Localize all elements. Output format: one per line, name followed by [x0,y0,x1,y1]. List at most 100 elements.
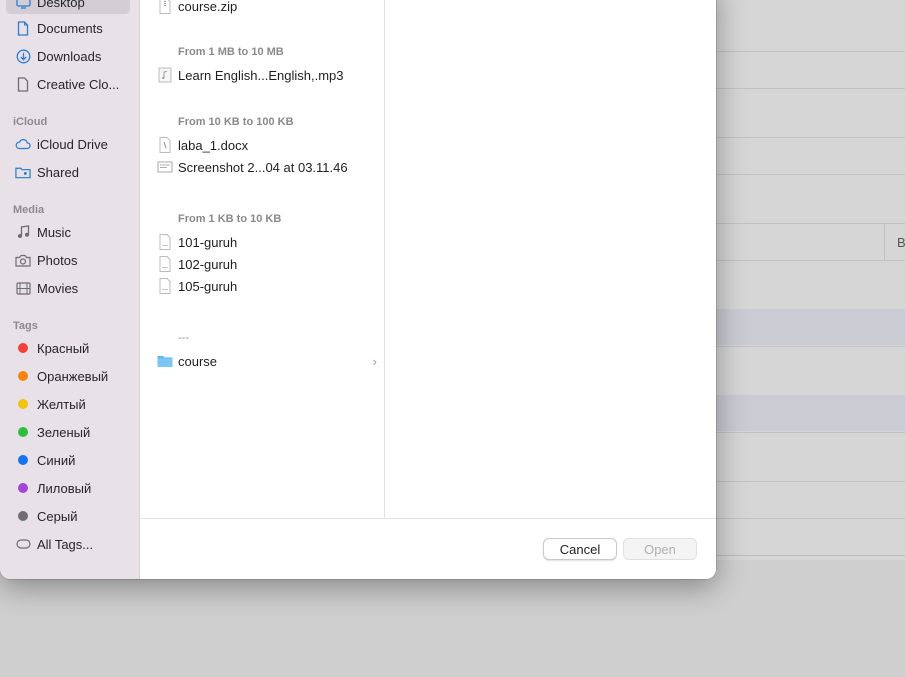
file-icon [159,256,171,272]
sidebar-tag-blue[interactable]: Синий [6,448,130,472]
sidebar-item-label: Желтый [37,396,86,412]
sidebar-item-label: Movies [37,280,79,296]
bg-row-divider [716,481,905,482]
sidebar-item-label: Зеленый [37,424,91,440]
sidebar-item-label: Лиловый [37,480,92,496]
bg-row-divider [716,137,905,138]
sidebar-item-label: Оранжевый [37,368,109,384]
bg-row-divider [716,432,905,433]
bg-highlight-row [716,309,905,345]
tag-dot-icon [15,340,31,356]
sidebar-item-movies[interactable]: Movies [6,276,130,300]
tag-dot-icon [15,368,31,384]
bg-row-divider [716,223,905,224]
sidebar-item-label: All Tags... [37,536,94,552]
sidebar-item-label: Красный [37,340,90,356]
sidebar-item-documents[interactable]: Documents [6,16,130,40]
sidebar-section-media: Media [13,204,45,216]
folder-item-course[interactable]: course › [157,350,377,372]
preview-column [386,0,716,518]
sidebar-item-label: Documents [37,20,103,36]
sidebar-item-music[interactable]: Music [6,220,130,244]
file-item-101-guruh[interactable]: 101-guruh [157,231,377,253]
sidebar-item-label: Photos [37,252,78,268]
tag-dot-icon [15,480,31,496]
bg-row-divider [716,88,905,89]
file-name: course [178,353,218,369]
folder-icon [157,356,173,367]
bg-row-divider [716,518,905,519]
sidebar-item-icloud-drive[interactable]: iCloud Drive [6,132,130,156]
file-name: Screenshot 2...04 at 03.11.46 [178,159,348,175]
film-icon [15,280,31,296]
bg-row-divider [716,260,905,261]
file-name: 105-guruh [178,278,238,294]
group-header: From 10 KB to 100 KB [178,116,294,128]
file-name: course.zip [178,0,238,14]
tag-dot-icon [15,508,31,524]
bg-table-cell: B [884,224,905,261]
document-file-icon [159,137,171,153]
sidebar-item-desktop[interactable]: Desktop [6,0,130,14]
file-icon [159,234,171,250]
tag-dot-icon [15,396,31,412]
file-name: laba_1.docx [178,137,249,153]
sidebar-section-tags: Tags [13,320,38,332]
file-item-docx[interactable]: laba_1.docx [157,134,377,156]
sidebar-tag-red[interactable]: Красный [6,336,130,360]
sidebar-tag-yellow[interactable]: Желтый [6,392,130,416]
cancel-button[interactable]: Cancel [543,538,617,560]
document-icon [15,20,31,36]
file-icon [159,278,171,294]
tag-outline-icon [15,536,31,552]
bg-row-divider [716,51,905,52]
file-item-mp3[interactable]: Learn English...English,.mp3 [157,64,377,86]
sidebar-item-shared[interactable]: Shared [6,160,130,184]
sidebar-item-photos[interactable]: Photos [6,248,130,272]
shared-folder-icon [15,164,31,180]
bg-highlight-row [716,395,905,431]
audio-file-icon [158,67,172,83]
group-header: From 1 MB to 10 MB [178,46,284,58]
tag-dot-icon [15,424,31,440]
sidebar-item-label: Синий [37,452,76,468]
bg-row-divider [716,174,905,175]
file-icon [15,76,31,92]
image-file-icon [157,161,173,173]
file-item-105-guruh[interactable]: 105-guruh [157,275,377,297]
file-item-102-guruh[interactable]: 102-guruh [157,253,377,275]
sidebar-tag-gray[interactable]: Серый [6,504,130,528]
sidebar-item-label: Серый [37,508,78,524]
tag-dot-icon [15,452,31,468]
sidebar-item-label: Desktop [37,0,85,10]
sidebar-tag-purple[interactable]: Лиловый [6,476,130,500]
sidebar-tag-green[interactable]: Зеленый [6,420,130,444]
group-header: From 1 KB to 10 KB [178,213,282,225]
download-icon [15,48,31,64]
file-list-column: course.zip From 1 MB to 10 MB Learn Engl… [141,0,385,518]
cloud-icon [15,136,31,152]
open-button[interactable]: Open [623,538,697,560]
sidebar-section-icloud: iCloud [13,116,48,128]
sidebar-item-all-tags[interactable]: All Tags... [6,532,130,556]
music-note-icon [15,224,31,240]
sidebar-item-label: Downloads [37,48,102,64]
sidebar-item-label: Creative Clo... [37,76,120,92]
open-file-dialog: Desktop Documents Downloads Creative Clo… [0,0,716,579]
sidebar: Desktop Documents Downloads Creative Clo… [0,0,140,579]
file-name: 101-guruh [178,234,238,250]
sidebar-tag-orange[interactable]: Оранжевый [6,364,130,388]
file-item-course-zip[interactable]: course.zip [157,0,377,17]
file-item-screenshot[interactable]: Screenshot 2...04 at 03.11.46 [157,156,377,178]
dialog-footer: Cancel Open [141,518,716,579]
group-header: --- [178,332,189,344]
bg-row-divider [716,346,905,347]
sidebar-item-downloads[interactable]: Downloads [6,44,130,68]
camera-icon [15,252,31,268]
chevron-right-icon: › [372,353,377,369]
file-name: Learn English...English,.mp3 [178,67,344,83]
sidebar-item-creative-cloud[interactable]: Creative Clo... [6,72,130,96]
zip-file-icon [159,0,171,14]
desktop-icon [15,0,31,10]
sidebar-item-label: iCloud Drive [37,136,108,152]
